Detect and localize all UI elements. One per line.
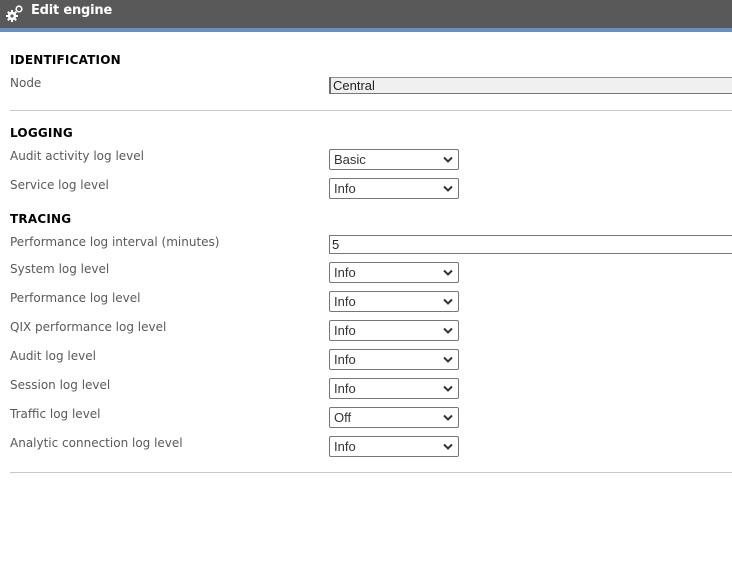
- select-value: Off: [334, 410, 352, 425]
- select-value: Info: [334, 265, 356, 280]
- performance-log-interval-label: Performance log interval (minutes): [10, 235, 220, 249]
- audit-activity-log-level-label: Audit activity log level: [10, 149, 144, 163]
- session-log-level-label: Session log level: [10, 378, 111, 392]
- node-label: Node: [10, 76, 42, 90]
- select-value: Info: [334, 323, 356, 338]
- select-value: Info: [334, 294, 356, 309]
- qix-performance-log-level-label: QIX performance log level: [10, 320, 167, 334]
- session-log-level-select[interactable]: Info: [329, 378, 459, 399]
- audit-activity-log-level-select[interactable]: Basic: [329, 149, 459, 170]
- system-log-level-label: System log level: [10, 262, 110, 276]
- dialog-header: Edit engine: [0, 0, 732, 28]
- chevron-down-icon: [443, 156, 453, 163]
- select-value: Info: [334, 181, 356, 196]
- traffic-log-level-select[interactable]: Off: [329, 407, 459, 428]
- service-log-level-label: Service log level: [10, 178, 109, 192]
- service-log-level-select[interactable]: Info: [329, 178, 459, 199]
- system-log-level-select[interactable]: Info: [329, 262, 459, 283]
- chevron-down-icon: [443, 356, 453, 363]
- performance-log-interval-input[interactable]: 5: [329, 235, 732, 254]
- qix-performance-log-level-select[interactable]: Info: [329, 320, 459, 341]
- chevron-down-icon: [443, 298, 453, 305]
- audit-log-level-select[interactable]: Info: [329, 349, 459, 370]
- node-value: Central: [333, 78, 375, 93]
- chevron-down-icon: [443, 385, 453, 392]
- chevron-down-icon: [443, 269, 453, 276]
- chevron-down-icon: [443, 443, 453, 450]
- section-title-tracing: TRACING: [10, 212, 72, 226]
- performance-log-level-select[interactable]: Info: [329, 291, 459, 312]
- section-title-logging: LOGGING: [10, 126, 73, 140]
- header-accent-bar: [0, 28, 732, 32]
- section-divider: [10, 472, 732, 473]
- select-value: Info: [334, 352, 356, 367]
- section-title-identification: IDENTIFICATION: [10, 53, 121, 67]
- interval-value: 5: [332, 237, 340, 252]
- select-value: Info: [334, 381, 356, 396]
- select-value: Basic: [334, 152, 366, 167]
- audit-log-level-label: Audit log level: [10, 349, 96, 363]
- chevron-down-icon: [443, 414, 453, 421]
- analytic-connection-log-level-label: Analytic connection log level: [10, 436, 183, 450]
- section-divider: [10, 110, 732, 111]
- gears-icon: [6, 5, 23, 22]
- chevron-down-icon: [443, 327, 453, 334]
- select-value: Info: [334, 439, 356, 454]
- dialog-title: Edit engine: [31, 3, 113, 18]
- chevron-down-icon: [443, 185, 453, 192]
- performance-log-level-label: Performance log level: [10, 291, 141, 305]
- traffic-log-level-label: Traffic log level: [10, 407, 101, 421]
- analytic-connection-log-level-select[interactable]: Info: [329, 436, 459, 457]
- node-field: Central: [329, 77, 732, 94]
